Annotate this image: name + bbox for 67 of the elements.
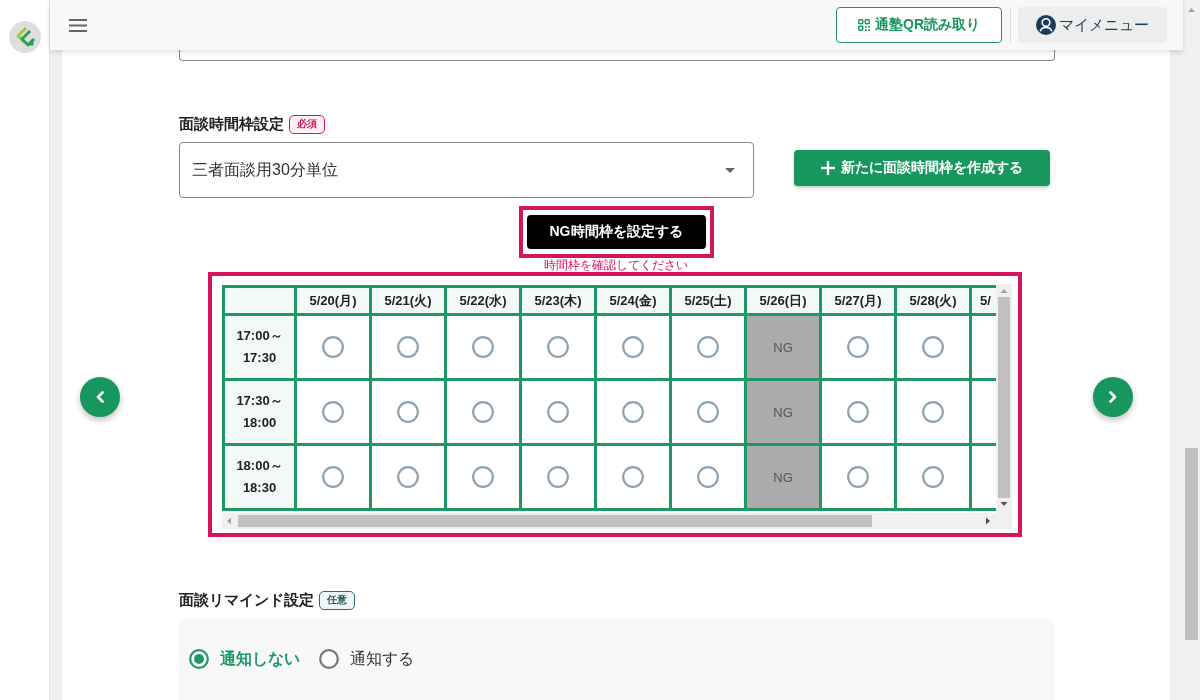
caret-icon	[725, 167, 735, 173]
required-badge: 必須	[289, 114, 325, 134]
circle-icon[interactable]	[622, 401, 644, 423]
circle-icon[interactable]	[322, 401, 344, 423]
circle-icon[interactable]	[472, 466, 494, 488]
circle-icon[interactable]	[922, 336, 944, 358]
circle-icon[interactable]	[697, 401, 719, 423]
optional-badge: 任意	[319, 590, 355, 610]
row-header: 18:00～18:30	[225, 446, 294, 508]
vertical-scrollbar[interactable]	[996, 284, 1012, 513]
radio-option[interactable]: 通知する	[319, 649, 414, 669]
next-button[interactable]	[1093, 376, 1133, 417]
qr-scan-button[interactable]: 通塾QR読み取り	[836, 7, 1002, 43]
logo-icon[interactable]	[8, 21, 41, 53]
chevron-left-icon	[96, 390, 104, 403]
section-label: 面談時間枠設定	[179, 114, 284, 134]
circle-icon[interactable]	[547, 466, 569, 488]
column-header: 5/26(日)	[747, 288, 819, 313]
circle-icon[interactable]	[397, 466, 419, 488]
my-menu-button[interactable]: マイメニュー	[1018, 7, 1167, 43]
circle-icon[interactable]	[547, 401, 569, 423]
ng-cell[interactable]: NG	[747, 316, 819, 378]
circle-icon[interactable]	[397, 336, 419, 358]
section-label: 面談リマインド設定	[179, 590, 314, 610]
circle-icon[interactable]	[622, 336, 644, 358]
column-header: 5/25(土)	[672, 288, 744, 313]
column-header: 5/	[972, 288, 996, 313]
ng-cell[interactable]: NG	[747, 381, 819, 443]
circle-icon[interactable]	[697, 336, 719, 358]
qr-code-icon	[858, 19, 870, 31]
horizontal-scrollbar[interactable]	[222, 513, 996, 529]
chevron-right-icon	[1109, 390, 1117, 403]
column-header: 5/27(月)	[822, 288, 894, 313]
circle-icon[interactable]	[847, 466, 869, 488]
row-header: 17:30～18:00	[225, 381, 294, 443]
input-field[interactable]	[179, 50, 1055, 61]
circle-icon[interactable]	[697, 466, 719, 488]
column-header: 5/28(火)	[897, 288, 969, 313]
row-header: 17:00～17:30	[225, 316, 294, 378]
page-scrollbar[interactable]	[1183, 0, 1200, 700]
circle-icon[interactable]	[397, 401, 419, 423]
column-header: 5/21(火)	[372, 288, 444, 313]
circle-icon[interactable]	[622, 466, 644, 488]
table-cell	[225, 288, 294, 313]
ng-cell[interactable]: NG	[747, 446, 819, 508]
circle-icon[interactable]	[547, 336, 569, 358]
circle-icon[interactable]	[472, 336, 494, 358]
set-ng-slot-button[interactable]: NG時間枠を設定する	[526, 215, 706, 249]
column-header: 5/24(金)	[597, 288, 669, 313]
circle-icon[interactable]	[847, 336, 869, 358]
time-slot-select[interactable]: 三者面談用30分単位	[179, 142, 754, 198]
circle-icon[interactable]	[922, 401, 944, 423]
circle-icon[interactable]	[472, 401, 494, 423]
circle-icon[interactable]	[847, 401, 869, 423]
column-header: 5/22(水)	[447, 288, 519, 313]
create-time-slot-button[interactable]: 新たに面談時間枠を作成する	[794, 150, 1050, 186]
circle-icon[interactable]	[322, 466, 344, 488]
user-icon	[1036, 15, 1056, 35]
radio-option[interactable]: 通知しない	[189, 649, 300, 669]
menu-icon[interactable]	[69, 18, 87, 32]
column-header: 5/23(木)	[522, 288, 594, 313]
circle-icon[interactable]	[922, 466, 944, 488]
error-message: 時間枠を確認してください	[544, 258, 688, 272]
column-header: 5/20(月)	[297, 288, 369, 313]
previous-button[interactable]	[80, 376, 120, 417]
circle-icon[interactable]	[322, 336, 344, 358]
plus-icon	[821, 161, 835, 175]
